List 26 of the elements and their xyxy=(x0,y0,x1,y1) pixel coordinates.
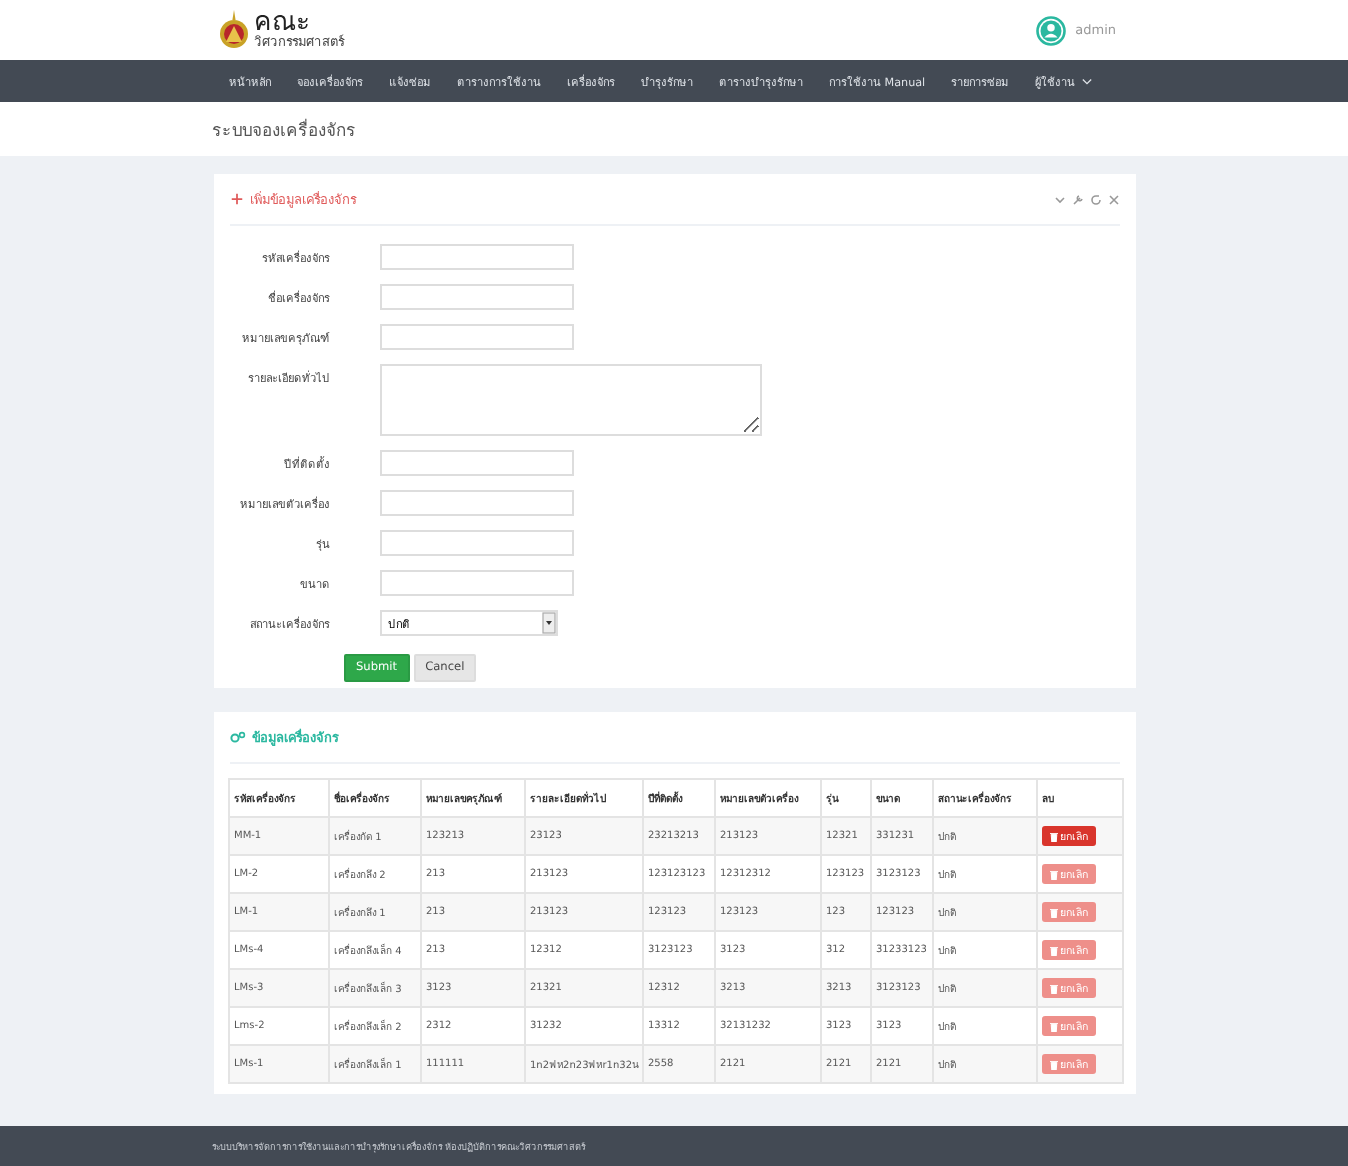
caret-icon xyxy=(1081,77,1092,85)
emblem-icon xyxy=(218,10,250,50)
trash-icon xyxy=(1050,1021,1058,1031)
input-field[interactable] xyxy=(380,284,574,310)
refresh-icon[interactable] xyxy=(1090,193,1102,205)
trash-icon xyxy=(1050,1059,1058,1069)
user-avatar-icon[interactable] xyxy=(1035,15,1066,45)
trash-icon xyxy=(1050,983,1058,993)
input-field[interactable] xyxy=(380,530,574,556)
trash-icon xyxy=(1050,945,1058,955)
wrench-icon[interactable] xyxy=(1072,193,1084,205)
input-field[interactable] xyxy=(380,244,574,270)
input-field[interactable] xyxy=(380,490,574,516)
close-icon[interactable] xyxy=(1108,193,1120,205)
chevron-down-icon[interactable] xyxy=(1054,193,1066,205)
logo-title: คณะ xyxy=(254,10,310,37)
input-field[interactable] xyxy=(380,450,574,476)
input-field[interactable] xyxy=(380,570,574,596)
trash-icon xyxy=(1050,831,1058,841)
gears-icon xyxy=(230,730,246,744)
page-title: ระบบจองเครื่องจักร xyxy=(212,116,356,143)
trash-icon xyxy=(1050,869,1058,879)
text-area[interactable] xyxy=(380,364,762,436)
trash-icon xyxy=(1050,907,1058,917)
input-field[interactable] xyxy=(380,324,574,350)
plus-icon xyxy=(230,192,244,206)
